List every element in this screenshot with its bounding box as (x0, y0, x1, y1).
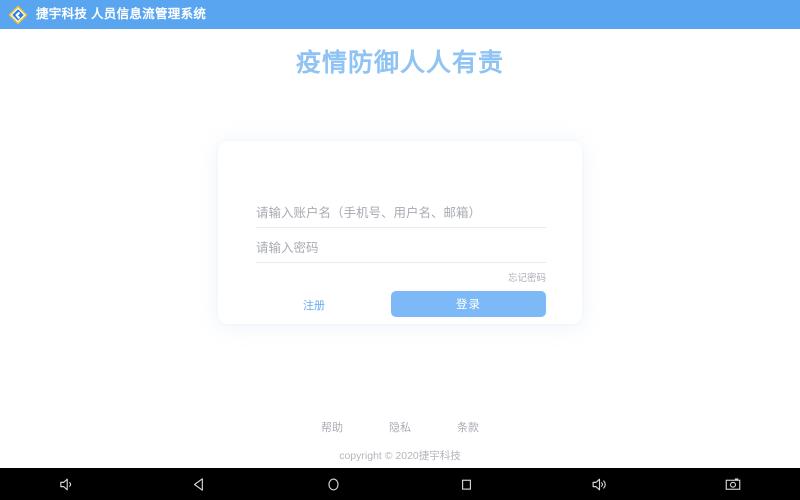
password-field-wrapper (256, 234, 546, 263)
app-screen: 捷宇科技 人员信息流管理系统 疫情防御人人有责 忘记密码 注册 登录 (0, 0, 800, 500)
volume-down-icon (58, 476, 75, 493)
recents-icon (458, 476, 475, 493)
back-button[interactable] (133, 468, 266, 500)
password-input[interactable] (256, 234, 546, 262)
page-title: 疫情防御人人有责 (295, 49, 504, 77)
screenshot-button[interactable] (667, 468, 800, 500)
forgot-password-link[interactable]: 忘记密码 (508, 273, 546, 284)
register-link[interactable]: 注册 (303, 297, 325, 313)
footer-links: 帮助 隐私 条款 (0, 419, 800, 435)
app-header: 捷宇科技 人员信息流管理系统 (0, 0, 800, 29)
footer-link-terms[interactable]: 条款 (457, 419, 479, 435)
recent-apps-button[interactable] (400, 468, 533, 500)
footer-link-privacy[interactable]: 隐私 (389, 419, 411, 435)
copyright-text: copyright © 2020捷宇科技 (339, 450, 461, 462)
home-icon (325, 476, 342, 493)
username-input[interactable] (256, 199, 546, 227)
volume-up-button[interactable] (533, 468, 666, 500)
forgot-password-row: 忘记密码 (256, 268, 546, 286)
username-field-wrapper (256, 199, 546, 228)
company-diamond-logo-icon (7, 4, 29, 26)
volume-down-button[interactable] (0, 468, 133, 500)
login-form: 忘记密码 注册 登录 (256, 141, 546, 324)
back-icon (191, 476, 208, 493)
app-title: 捷宇科技 人员信息流管理系统 (36, 7, 207, 22)
screenshot-icon (724, 475, 742, 493)
page-content: 疫情防御人人有责 忘记密码 注册 登录 帮助 (0, 29, 800, 468)
home-button[interactable] (267, 468, 400, 500)
login-actions-row: 注册 登录 (256, 291, 546, 317)
android-nav-bar (0, 468, 800, 500)
login-card: 忘记密码 注册 登录 (218, 141, 582, 324)
volume-up-icon (591, 476, 608, 493)
footer-link-help[interactable]: 帮助 (321, 419, 343, 435)
login-button[interactable]: 登录 (391, 291, 546, 317)
